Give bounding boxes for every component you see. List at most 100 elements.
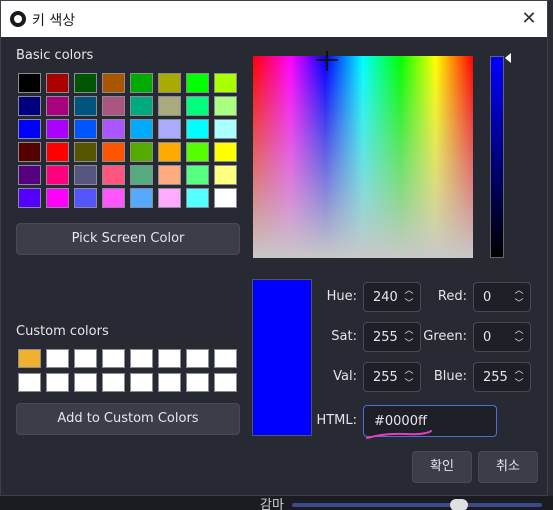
basic-color-swatch[interactable] (102, 142, 125, 162)
basic-color-swatch[interactable] (130, 142, 153, 162)
green-value[interactable]: 0 (483, 330, 491, 345)
custom-color-swatch[interactable] (186, 373, 209, 392)
basic-colors-label: Basic colors (16, 48, 94, 63)
pink-handwritten-underline (366, 430, 432, 439)
value-slider-arrow-icon[interactable] (505, 53, 511, 63)
basic-color-swatch[interactable] (158, 165, 181, 185)
custom-color-swatch[interactable] (18, 373, 41, 392)
sat-value[interactable]: 255 (373, 330, 398, 345)
custom-colors-grid (18, 349, 237, 392)
blue-value[interactable]: 255 (483, 370, 508, 385)
basic-color-swatch[interactable] (74, 165, 97, 185)
blue-up-icon[interactable]: ︿ (512, 365, 526, 377)
custom-color-swatch[interactable] (130, 373, 153, 392)
basic-color-swatch[interactable] (46, 142, 69, 162)
basic-color-swatch[interactable] (18, 119, 41, 139)
custom-color-swatch[interactable] (186, 349, 209, 368)
basic-color-swatch[interactable] (186, 188, 209, 208)
basic-color-swatch[interactable] (18, 165, 41, 185)
basic-color-swatch[interactable] (214, 73, 237, 93)
basic-color-swatch[interactable] (74, 119, 97, 139)
html-label: HTML: (316, 413, 357, 428)
green-spinbox[interactable]: 0 ︿ ﹀ (473, 322, 531, 352)
basic-color-swatch[interactable] (18, 73, 41, 93)
custom-color-swatch[interactable] (102, 349, 125, 368)
green-down-icon[interactable]: ﹀ (512, 338, 526, 350)
app-logo-icon (10, 11, 26, 27)
basic-color-swatch[interactable] (18, 96, 41, 116)
basic-color-swatch[interactable] (102, 96, 125, 116)
gamma-slider-thumb[interactable] (450, 499, 468, 510)
close-button[interactable]: ✕ (517, 7, 541, 31)
add-to-custom-colors-button[interactable]: Add to Custom Colors (16, 403, 240, 435)
basic-color-swatch[interactable] (46, 119, 69, 139)
basic-color-swatch[interactable] (102, 165, 125, 185)
basic-color-swatch[interactable] (130, 119, 153, 139)
basic-color-swatch[interactable] (18, 188, 41, 208)
custom-color-swatch[interactable] (158, 349, 181, 368)
custom-color-swatch[interactable] (18, 349, 41, 368)
custom-color-swatch[interactable] (130, 349, 153, 368)
basic-color-swatch[interactable] (158, 119, 181, 139)
basic-color-swatch[interactable] (186, 142, 209, 162)
basic-color-swatch[interactable] (18, 142, 41, 162)
basic-color-swatch[interactable] (46, 165, 69, 185)
cancel-button[interactable]: 취소 (478, 451, 538, 483)
basic-color-swatch[interactable] (74, 188, 97, 208)
basic-color-swatch[interactable] (130, 73, 153, 93)
custom-color-swatch[interactable] (158, 373, 181, 392)
basic-color-swatch[interactable] (214, 188, 237, 208)
custom-color-swatch[interactable] (102, 373, 125, 392)
basic-color-swatch[interactable] (186, 96, 209, 116)
basic-color-swatch[interactable] (158, 73, 181, 93)
gamma-label: 감마 (260, 498, 284, 510)
custom-color-swatch[interactable] (214, 349, 237, 368)
basic-color-swatch[interactable] (130, 165, 153, 185)
green-up-icon[interactable]: ︿ (512, 325, 526, 337)
basic-color-swatch[interactable] (46, 73, 69, 93)
picker-crosshair-vertical[interactable] (326, 51, 328, 71)
hue-saturation-picker[interactable] (253, 56, 473, 258)
basic-color-swatch[interactable] (214, 165, 237, 185)
basic-color-swatch[interactable] (158, 188, 181, 208)
basic-color-swatch[interactable] (74, 73, 97, 93)
custom-color-swatch[interactable] (46, 349, 69, 368)
basic-color-swatch[interactable] (46, 188, 69, 208)
ok-button[interactable]: 확인 (412, 451, 472, 483)
pick-screen-color-button[interactable]: Pick Screen Color (16, 223, 240, 255)
basic-color-swatch[interactable] (186, 165, 209, 185)
red-spinbox[interactable]: 0 ︿ ﹀ (473, 282, 531, 312)
custom-color-swatch[interactable] (74, 373, 97, 392)
custom-color-swatch[interactable] (214, 373, 237, 392)
html-color-value[interactable]: #0000ff (374, 414, 427, 429)
basic-color-swatch[interactable] (130, 96, 153, 116)
gamma-slider-track[interactable] (292, 503, 542, 507)
basic-color-swatch[interactable] (214, 119, 237, 139)
basic-color-swatch[interactable] (102, 188, 125, 208)
basic-color-swatch[interactable] (130, 188, 153, 208)
red-up-icon[interactable]: ︿ (512, 285, 526, 297)
blue-down-icon[interactable]: ﹀ (512, 378, 526, 390)
basic-color-swatch[interactable] (46, 96, 69, 116)
custom-colors-label: Custom colors (16, 324, 109, 339)
red-down-icon[interactable]: ﹀ (512, 298, 526, 310)
red-label: Red: (437, 289, 467, 304)
basic-color-swatch[interactable] (214, 96, 237, 116)
hue-value[interactable]: 240 (373, 290, 398, 305)
basic-color-swatch[interactable] (158, 96, 181, 116)
basic-color-swatch[interactable] (186, 119, 209, 139)
basic-color-swatch[interactable] (214, 142, 237, 162)
basic-color-swatch[interactable] (102, 119, 125, 139)
custom-color-swatch[interactable] (74, 349, 97, 368)
basic-color-swatch[interactable] (186, 73, 209, 93)
val-value[interactable]: 255 (373, 370, 398, 385)
basic-color-swatch[interactable] (74, 142, 97, 162)
blue-spinbox[interactable]: 255 ︿ ﹀ (473, 362, 531, 392)
basic-color-swatch[interactable] (74, 96, 97, 116)
value-slider[interactable] (490, 56, 504, 258)
basic-color-swatch[interactable] (158, 142, 181, 162)
custom-color-swatch[interactable] (46, 373, 69, 392)
basic-color-swatch[interactable] (102, 73, 125, 93)
green-label: Green: (423, 329, 467, 344)
red-value[interactable]: 0 (483, 290, 491, 305)
